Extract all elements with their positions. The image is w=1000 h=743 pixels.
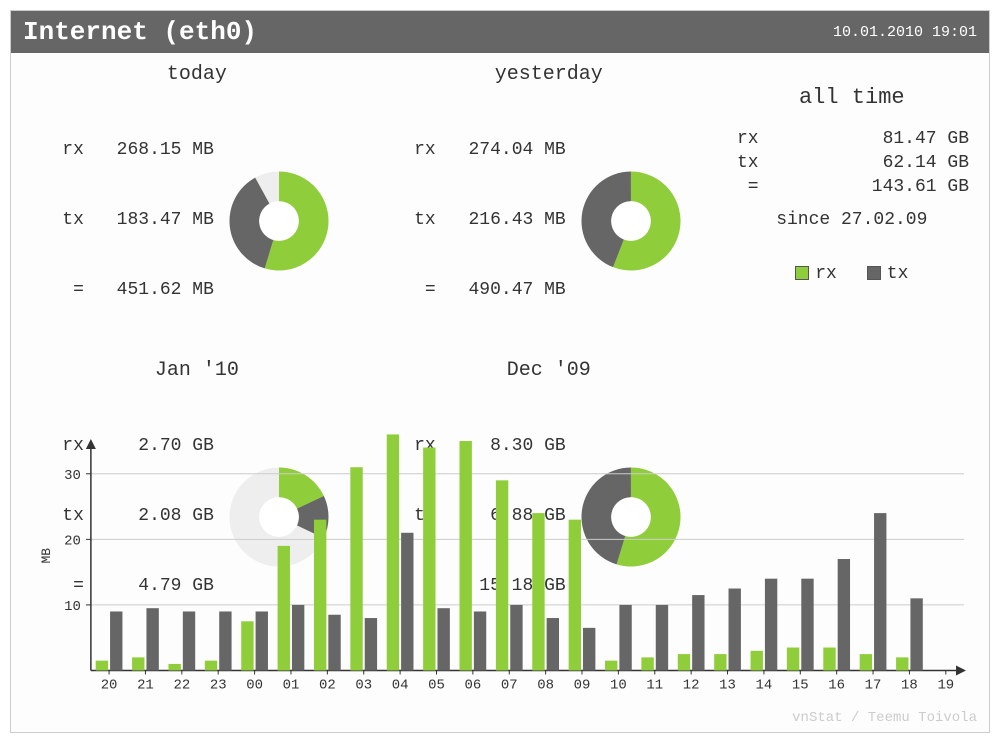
svg-text:07: 07 (501, 677, 518, 693)
svg-text:11: 11 (646, 677, 663, 693)
svg-text:09: 09 (574, 677, 591, 693)
svg-text:21: 21 (137, 677, 154, 693)
svg-text:10: 10 (610, 677, 627, 693)
svg-text:05: 05 (428, 677, 445, 693)
svg-text:20: 20 (64, 533, 81, 549)
page-title: Internet (eth0) (23, 17, 257, 47)
svg-text:00: 00 (246, 677, 263, 693)
svg-text:08: 08 (537, 677, 554, 693)
swatch-tx-icon (867, 266, 881, 280)
svg-text:18: 18 (901, 677, 918, 693)
svg-text:04: 04 (392, 677, 409, 693)
svg-text:06: 06 (464, 677, 481, 693)
stats-today: rx268.15 MB tx183.47 MB =451.62 MB (60, 92, 214, 349)
svg-text:15: 15 (792, 677, 809, 693)
svg-text:17: 17 (865, 677, 882, 693)
app-frame: Internet (eth0) 10.01.2010 19:01 today r… (10, 10, 990, 733)
svg-text:14: 14 (756, 677, 773, 693)
svg-text:22: 22 (173, 677, 190, 693)
donut-today (224, 166, 334, 276)
panel-today: today rx268.15 MB tx183.47 MB =451.62 MB (31, 63, 363, 349)
svg-text:02: 02 (319, 677, 336, 693)
svg-text:20: 20 (101, 677, 118, 693)
panel-title: Jan '10 (155, 359, 239, 382)
svg-text:10: 10 (64, 599, 81, 615)
svg-text:12: 12 (683, 677, 700, 693)
legend-tx: tx (867, 262, 909, 286)
panel-title: today (167, 63, 227, 86)
svg-text:16: 16 (828, 677, 845, 693)
swatch-rx-icon (795, 266, 809, 280)
svg-text:03: 03 (355, 677, 372, 693)
legend-rx: rx (795, 262, 837, 286)
alltime-title: all time (735, 83, 969, 113)
legend: rx tx (735, 262, 969, 286)
alltime-since: since 27.02.09 (735, 208, 969, 232)
svg-text:01: 01 (283, 677, 300, 693)
stats-yesterday: rx274.04 MB tx216.43 MB =490.47 MB (412, 92, 566, 349)
svg-text:13: 13 (719, 677, 736, 693)
svg-text:23: 23 (210, 677, 227, 693)
panel-yesterday: yesterday rx274.04 MB tx216.43 MB =490.4… (383, 63, 715, 349)
svg-text:30: 30 (64, 468, 81, 484)
svg-text:MB: MB (39, 548, 54, 564)
svg-text:19: 19 (937, 677, 954, 693)
panel-title: Dec '09 (507, 359, 591, 382)
panel-title: yesterday (495, 63, 603, 86)
timestamp: 10.01.2010 19:01 (833, 24, 977, 41)
header: Internet (eth0) 10.01.2010 19:01 (11, 11, 989, 53)
hourly-barchart: 10 20 30 MB 20 21 22 23 00 01 02 03 04 05 06 07 08 09 10 11… (36, 431, 974, 700)
footer-credit: vnStat / Teemu Toivola (792, 710, 977, 726)
donut-yesterday (576, 166, 686, 276)
